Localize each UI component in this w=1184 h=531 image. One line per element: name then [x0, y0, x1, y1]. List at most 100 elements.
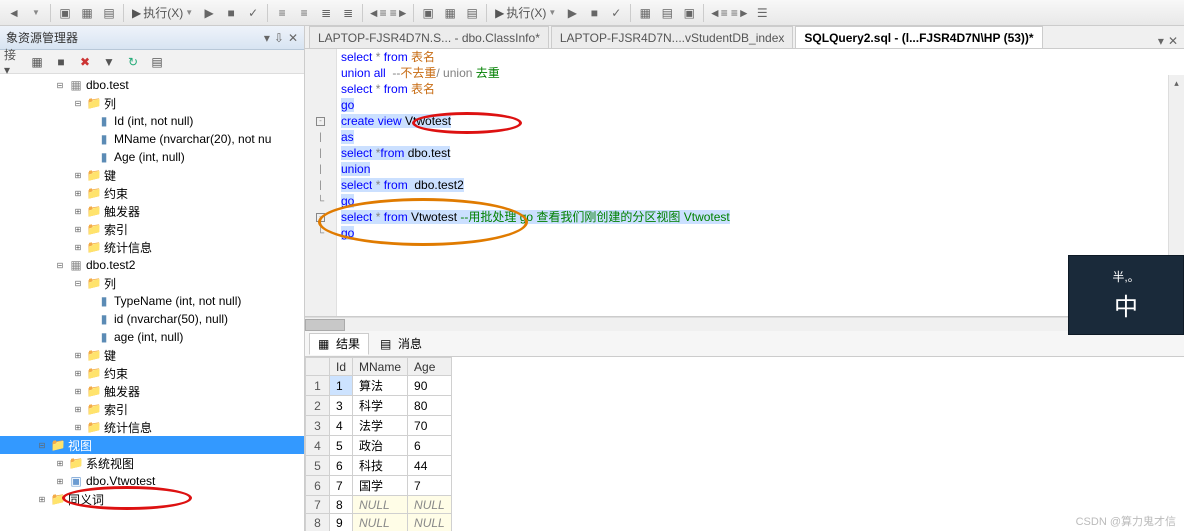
column-header[interactable] — [306, 358, 330, 376]
cell[interactable]: NULL — [408, 514, 452, 531]
misc-icon-c[interactable]: ▤ — [462, 3, 482, 23]
cell[interactable]: 7 — [306, 496, 330, 514]
tree-view-vtwotest[interactable]: ⊞▣dbo.Vtwotest — [0, 472, 304, 490]
extra-icon-3[interactable]: ☰ — [752, 3, 772, 23]
cell[interactable]: 6 — [306, 476, 330, 496]
cell[interactable]: 80 — [408, 396, 452, 416]
column-header[interactable]: MName — [353, 358, 408, 376]
tree-folder-indexes[interactable]: ⊞📁索引 — [0, 400, 304, 418]
cell[interactable]: 6 — [330, 456, 353, 476]
table-row[interactable]: 23科学80 — [306, 396, 452, 416]
tree-view[interactable]: ⊟▦dbo.test ⊟📁列 ▮Id (int, not null) ▮MNam… — [0, 74, 304, 531]
tab-vstudentdb[interactable]: LAPTOP-FJSR4D7N....vStudentDB_index — [551, 26, 794, 48]
cell[interactable]: 政治 — [353, 436, 408, 456]
cell[interactable]: 8 — [330, 496, 353, 514]
column-header[interactable]: Id — [330, 358, 353, 376]
tree-column[interactable]: ▮Age (int, null) — [0, 148, 304, 166]
cell[interactable]: 7 — [408, 476, 452, 496]
tool-icon-1[interactable]: ▣ — [55, 3, 75, 23]
table-row[interactable]: 67国学7 — [306, 476, 452, 496]
tree-column[interactable]: ▮age (int, null) — [0, 328, 304, 346]
tree-folder-constraints[interactable]: ⊞📁约束 — [0, 364, 304, 382]
text-icon[interactable]: ▤ — [657, 3, 677, 23]
misc-icon-b[interactable]: ▦ — [440, 3, 460, 23]
cell[interactable]: NULL — [353, 514, 408, 531]
cell[interactable]: 4 — [306, 436, 330, 456]
tree-column[interactable]: ▮MName (nvarchar(20), not nu — [0, 130, 304, 148]
cell[interactable]: 5 — [330, 436, 353, 456]
tree-folder-stats[interactable]: ⊞📁统计信息 — [0, 238, 304, 256]
tree-table-test2[interactable]: ⊟▦dbo.test2 — [0, 256, 304, 274]
tool-icon-2[interactable]: ▦ — [77, 3, 97, 23]
results-grid[interactable]: IdMNameAge11算法9023科学8034法学7045政治656科技446… — [305, 357, 1184, 531]
table-row[interactable]: 45政治6 — [306, 436, 452, 456]
tree-folder-columns[interactable]: ⊟📁列 — [0, 274, 304, 292]
table-row[interactable]: 11算法90 — [306, 376, 452, 396]
tree-folder-keys[interactable]: ⊞📁键 — [0, 346, 304, 364]
tab-dropdown-icon[interactable]: ▾ — [1158, 34, 1164, 48]
tree-column[interactable]: ▮id (nvarchar(50), null) — [0, 310, 304, 328]
cell[interactable]: 1 — [330, 376, 353, 396]
cell[interactable]: 9 — [330, 514, 353, 531]
cell[interactable]: 44 — [408, 456, 452, 476]
tree-folder-triggers[interactable]: ⊞📁触发器 — [0, 202, 304, 220]
filter-icon[interactable]: ▼ — [100, 53, 118, 71]
dropdown-icon[interactable]: ▼ — [26, 3, 46, 23]
sql-editor[interactable]: - | | | | └ - └ select * from 表名 union a… — [305, 49, 1184, 317]
cell[interactable]: 6 — [408, 436, 452, 456]
cell[interactable]: 8 — [306, 514, 330, 531]
stop-icon[interactable]: ■ — [221, 3, 241, 23]
cell[interactable]: 科技 — [353, 456, 408, 476]
cell[interactable]: NULL — [408, 496, 452, 514]
cell[interactable]: 国学 — [353, 476, 408, 496]
comment-icon[interactable]: ≣ — [316, 3, 336, 23]
tree-folder-triggers[interactable]: ⊞📁触发器 — [0, 382, 304, 400]
tree-folder-stats[interactable]: ⊞📁统计信息 — [0, 418, 304, 436]
stop-icon-2[interactable]: ■ — [584, 3, 604, 23]
tree-folder-views[interactable]: ⊟📁视图 — [0, 436, 304, 454]
report-icon[interactable]: ▤ — [148, 53, 166, 71]
pin-icon[interactable]: ⇩ — [274, 31, 284, 45]
tree-folder-indexes[interactable]: ⊞📁索引 — [0, 220, 304, 238]
indent-left-icon[interactable]: ≡ — [272, 3, 292, 23]
execute-button[interactable]: ▶ 执行(X) ▼ — [128, 3, 197, 23]
tree-folder-constraints[interactable]: ⊞📁约束 — [0, 184, 304, 202]
extra-icon-1[interactable]: ◄≡ — [708, 3, 728, 23]
tab-results[interactable]: ▦结果 — [309, 333, 369, 355]
tree-folder-synonyms[interactable]: ⊞📁同义词 — [0, 490, 304, 508]
cell[interactable]: 4 — [330, 416, 353, 436]
scroll-up-icon[interactable]: ▴ — [1169, 75, 1184, 91]
tree-column[interactable]: ▮Id (int, not null) — [0, 112, 304, 130]
file-icon[interactable]: ▣ — [679, 3, 699, 23]
cell[interactable]: 3 — [330, 396, 353, 416]
parse-icon[interactable]: ✓ — [243, 3, 263, 23]
cell[interactable]: 科学 — [353, 396, 408, 416]
refresh-icon[interactable]: ↻ — [124, 53, 142, 71]
table-row[interactable]: 34法学70 — [306, 416, 452, 436]
tab-classinfo[interactable]: LAPTOP-FJSR4D7N.S... - dbo.ClassInfo* — [309, 26, 549, 48]
tab-messages[interactable]: ▤消息 — [371, 333, 431, 355]
execute-button-2[interactable]: ▶ 执行(X) ▼ — [491, 3, 560, 23]
cell[interactable]: 法学 — [353, 416, 408, 436]
indent-right-icon[interactable]: ≡ — [294, 3, 314, 23]
column-header[interactable]: Age — [408, 358, 452, 376]
tree-folder-columns[interactable]: ⊟📁列 — [0, 94, 304, 112]
connect-label[interactable]: 接 ▾ — [4, 53, 22, 71]
nav-back-icon[interactable]: ◄ — [4, 3, 24, 23]
tree-folder-sysviews[interactable]: ⊞📁系统视图 — [0, 454, 304, 472]
table-row[interactable]: 56科技44 — [306, 456, 452, 476]
cell[interactable]: NULL — [353, 496, 408, 514]
table-row[interactable]: 78NULLNULL — [306, 496, 452, 514]
misc-icon-a[interactable]: ▣ — [418, 3, 438, 23]
tree-column[interactable]: ▮TypeName (int, not null) — [0, 292, 304, 310]
disconnect-icon[interactable]: ▦ — [28, 53, 46, 71]
cell[interactable]: 3 — [306, 416, 330, 436]
dropdown-icon[interactable]: ▾ — [264, 31, 270, 45]
outdent-icon[interactable]: ◄≡ — [367, 3, 387, 23]
uncomment-icon[interactable]: ≣ — [338, 3, 358, 23]
indent-icon[interactable]: ≡► — [389, 3, 409, 23]
tool-icon-3[interactable]: ▤ — [99, 3, 119, 23]
parse-icon-2[interactable]: ✓ — [606, 3, 626, 23]
debug-icon[interactable]: ▶ — [199, 3, 219, 23]
cell[interactable]: 1 — [306, 376, 330, 396]
